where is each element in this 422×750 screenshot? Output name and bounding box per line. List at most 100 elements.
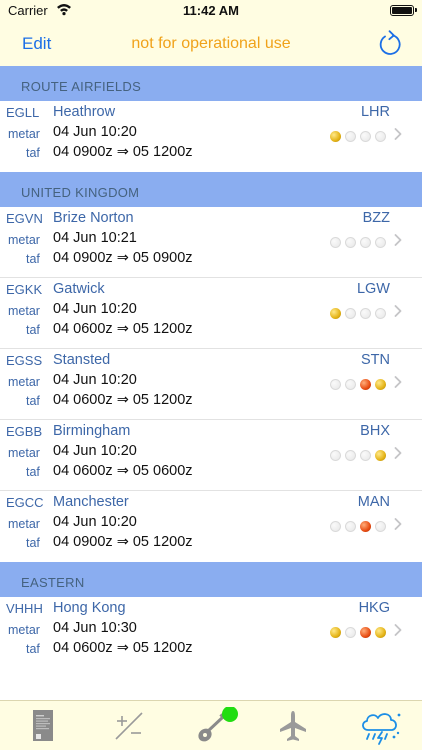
airfield-icao-code: EGKK — [6, 282, 43, 297]
chevron-right-icon — [394, 447, 402, 459]
airfield-name: Hong Kong — [53, 600, 126, 616]
taf-label: taf — [26, 536, 40, 550]
tab-calculator[interactable] — [108, 707, 148, 745]
metar-label: metar — [8, 375, 40, 389]
metar-timestamp: 04 Jun 10:20 — [53, 301, 137, 317]
airfield-row[interactable]: EGSS Stansted STN metar 04 Jun 10:20 taf 04 06… — [0, 349, 422, 420]
section-header: ROUTE AIRFIELDS — [0, 66, 422, 101]
weather-icon — [362, 713, 401, 745]
airfield-list: ROUTE AIRFIELDS EGLL Heathrow LHR metar 04 Ju… — [0, 66, 422, 668]
chevron-right-icon — [394, 234, 402, 246]
taf-validity: 04 0600z ⇒ 05 1200z — [53, 640, 193, 656]
weather-status-indicators — [330, 379, 386, 391]
airfield-name: Birmingham — [53, 423, 131, 439]
guitar-icon — [198, 707, 238, 742]
status-dot-amber — [330, 131, 341, 142]
chevron-right-icon — [394, 376, 402, 388]
status-dot-empty — [330, 450, 341, 461]
taf-label: taf — [26, 465, 40, 479]
airfield-row[interactable]: VHHH Hong Kong HKG metar 04 Jun 10:30 taf 04 0… — [0, 597, 422, 668]
taf-label: taf — [26, 323, 40, 337]
status-dot-empty — [330, 237, 341, 248]
taf-label: taf — [26, 146, 40, 160]
airfield-iata-code: STN — [361, 352, 390, 368]
airfield-icao-code: EGBB — [6, 424, 43, 439]
status-dot-amber — [375, 379, 386, 390]
metar-timestamp: 04 Jun 10:30 — [53, 620, 137, 636]
metar-timestamp: 04 Jun 10:20 — [53, 124, 137, 140]
airfield-iata-code: HKG — [358, 600, 390, 616]
metar-label: metar — [8, 304, 40, 318]
metar-timestamp: 04 Jun 10:20 — [53, 443, 137, 459]
weather-status-indicators — [330, 627, 386, 639]
airfield-name: Manchester — [53, 494, 129, 510]
status-bar: Carrier 11:42 AM — [0, 0, 422, 22]
status-dot-amber — [330, 308, 341, 319]
airfield-row[interactable]: EGKK Gatwick LGW metar 04 Jun 10:20 taf 04 060… — [0, 278, 422, 349]
status-time: 11:42 AM — [183, 3, 239, 18]
airfield-icao-code: EGCC — [6, 495, 44, 510]
nav-title: not for operational use — [131, 35, 291, 52]
navigation-bar: Edit not for operational use — [0, 22, 422, 66]
status-dot-empty — [375, 308, 386, 319]
airfield-name: Brize Norton — [53, 210, 134, 226]
airfield-row[interactable]: EGVN Brize Norton BZZ metar 04 Jun 10:21 taf 0… — [0, 207, 422, 278]
airfield-iata-code: LGW — [356, 281, 390, 297]
status-dot-amber — [330, 627, 341, 638]
tab-music[interactable] — [193, 707, 238, 745]
weather-status-indicators — [330, 521, 386, 533]
airfield-row[interactable]: EGCC Manchester MAN metar 04 Jun 10:20 taf 04 … — [0, 491, 422, 562]
airfield-icao-code: EGLL — [6, 105, 40, 120]
metar-timestamp: 04 Jun 10:21 — [53, 230, 137, 246]
weather-status-indicators — [330, 237, 386, 249]
airfield-icao-code: EGSS — [6, 353, 43, 368]
status-dot-empty — [345, 131, 356, 142]
airfield-iata-code: LHR — [360, 104, 390, 120]
chevron-right-icon — [394, 305, 402, 317]
metar-label: metar — [8, 623, 40, 637]
tab-weather[interactable] — [358, 707, 401, 745]
airfield-name: Stansted — [53, 352, 111, 368]
status-badge — [222, 707, 238, 722]
refresh-icon[interactable] — [376, 28, 404, 58]
airplane-icon — [280, 711, 306, 741]
status-dot-empty — [345, 379, 356, 390]
taf-label: taf — [26, 252, 40, 266]
airfield-iata-code: MAN — [357, 494, 390, 510]
status-dot-empty — [360, 237, 371, 248]
taf-validity: 04 0900z ⇒ 05 0900z — [53, 250, 193, 266]
taf-validity: 04 0900z ⇒ 05 1200z — [53, 534, 193, 550]
airfield-row[interactable]: EGBB Birmingham BHX metar 04 Jun 10:20 taf 04 … — [0, 420, 422, 491]
taf-validity: 04 0600z ⇒ 05 0600z — [53, 463, 193, 479]
metar-label: metar — [8, 127, 40, 141]
airfield-icao-code: EGVN — [6, 211, 43, 226]
status-dot-empty — [345, 521, 356, 532]
chevron-right-icon — [394, 128, 402, 140]
tab-documents[interactable] — [22, 707, 62, 745]
status-dot-empty — [345, 237, 356, 248]
status-dot-empty — [375, 521, 386, 532]
status-dot-red — [360, 379, 371, 390]
status-dot-red — [360, 521, 371, 532]
status-dot-empty — [360, 131, 371, 142]
section-header: UNITED KINGDOM — [0, 172, 422, 207]
status-dot-amber — [375, 627, 386, 638]
airfield-row[interactable]: EGLL Heathrow LHR metar 04 Jun 10:20 taf 04 09… — [0, 101, 422, 172]
chevron-right-icon — [394, 624, 402, 636]
status-dot-empty — [345, 627, 356, 638]
status-dot-empty — [375, 237, 386, 248]
tab-flights[interactable] — [273, 707, 313, 745]
plus-minus-icon — [115, 712, 143, 740]
status-dot-amber — [375, 450, 386, 461]
status-dot-empty — [345, 308, 356, 319]
weather-status-indicators — [330, 131, 386, 143]
airfield-iata-code: BHX — [360, 423, 390, 439]
status-dot-empty — [330, 521, 341, 532]
metar-timestamp: 04 Jun 10:20 — [53, 514, 137, 530]
taf-validity: 04 0600z ⇒ 05 1200z — [53, 392, 193, 408]
status-dot-empty — [360, 308, 371, 319]
taf-label: taf — [26, 394, 40, 408]
metar-timestamp: 04 Jun 10:20 — [53, 372, 137, 388]
weather-status-indicators — [330, 308, 386, 320]
tab-bar — [0, 700, 422, 750]
